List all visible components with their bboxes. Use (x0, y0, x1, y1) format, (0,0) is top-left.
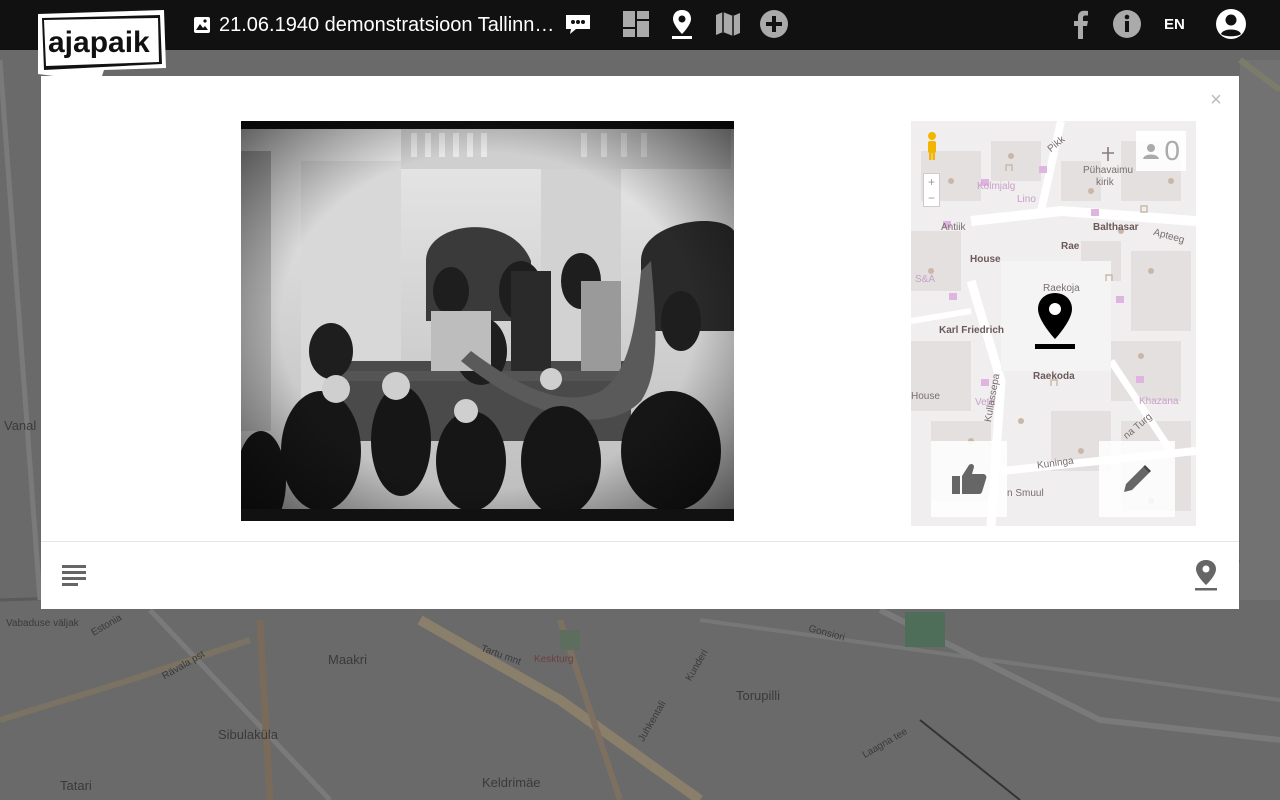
map-label-keldrimae: Keldrimäe (482, 775, 541, 790)
logo-text: ajapaik (48, 26, 150, 59)
minimap-label-smuul: n Smuul (1007, 488, 1044, 499)
minimap-label-house-2: House (911, 391, 940, 402)
pencil-icon (1124, 465, 1151, 492)
photo-modal: × + − 0 Pikk Pühavaimu kirik Kolmjalg Li… (41, 76, 1239, 609)
minimap-label-house-1: House (970, 254, 1001, 265)
minimap-label-kirik: kirik (1096, 177, 1114, 188)
comment-icon (566, 15, 590, 34)
map-label-keskturg: Keskturg (534, 654, 574, 665)
map-label-tatari: Tatari (60, 778, 92, 793)
minimap-label-sa: S&A (915, 274, 936, 285)
edit-location-button[interactable] (1099, 441, 1175, 517)
street-view-pegman[interactable] (925, 131, 939, 161)
photo-location-marker[interactable] (1034, 291, 1076, 353)
comment-button[interactable] (562, 8, 594, 40)
language-switcher[interactable]: EN (1164, 16, 1185, 33)
minimap-label-lino: Lino (1017, 194, 1036, 205)
rephoto-counter: 0 (1136, 131, 1186, 171)
geotag-photo-button[interactable] (1193, 558, 1219, 592)
modal-divider (41, 541, 1239, 542)
minimap-label-puhavaimu: Pühavaimu (1083, 165, 1134, 176)
close-button[interactable]: × (1207, 90, 1225, 110)
minimap-label-karl-friedrich: Karl Friedrich (939, 325, 1005, 336)
map-label-vanal: Vanal (4, 418, 37, 433)
pegman-icon (928, 132, 936, 160)
location-minimap[interactable]: + − 0 Pikk Pühavaimu kirik Kolmjalg Lino… (911, 121, 1196, 526)
map-icon (716, 12, 740, 36)
facebook-icon (1074, 10, 1088, 39)
map-label-vabaduse: Vabaduse väljak (6, 618, 79, 629)
minimap-label-raekoda: Raekoda (1033, 371, 1075, 382)
map-label-maakri: Maakri (328, 652, 368, 667)
minimap-label-balthasar: Balthasar (1093, 222, 1139, 233)
minimap-label-kolmjalg: Kolmjalg (977, 181, 1016, 192)
map-marker-icon (1035, 293, 1075, 349)
geotag-button[interactable] (666, 8, 698, 40)
minimap-label-antiik: Antiik (941, 222, 966, 233)
zoom-in-button[interactable]: + (924, 174, 939, 190)
historic-photo[interactable] (241, 121, 734, 521)
facebook-button[interactable] (1065, 8, 1097, 40)
rephoto-count: 0 (1164, 135, 1180, 166)
person-icon (1143, 144, 1160, 159)
ajapaik-logo-graphic: ajapaik (38, 10, 166, 82)
minimap-label-khazana: Khazana (1139, 396, 1179, 407)
like-button[interactable] (931, 441, 1007, 517)
photo-icon (194, 17, 210, 33)
grid-view-button[interactable] (620, 8, 652, 40)
zoom-out-button[interactable]: − (924, 190, 939, 206)
grid-icon (623, 11, 649, 37)
add-icon (760, 10, 788, 38)
map-label-sibulakula: Sibulaküla (218, 727, 278, 742)
description-toggle-button[interactable] (61, 562, 87, 588)
add-photo-button[interactable] (758, 8, 790, 40)
notes-icon (62, 565, 86, 586)
map-marker-icon (1195, 560, 1217, 591)
user-account-button[interactable] (1215, 8, 1247, 40)
info-button[interactable] (1111, 8, 1143, 40)
historic-photo-image (241, 121, 734, 521)
thumbs-up-icon (952, 463, 987, 494)
photo-title-bar[interactable]: 21.06.1940 demonstratsioon Tallinn… (193, 10, 554, 40)
top-navbar: ajapaik 21.06.1940 demonstratsioon Talli… (0, 0, 1280, 82)
map-label-torupilli: Torupilli (736, 688, 781, 703)
user-account-icon (1216, 9, 1246, 39)
photo-title: 21.06.1940 demonstratsioon Tallinn… (219, 13, 555, 36)
map-view-button[interactable] (712, 8, 744, 40)
info-icon (1113, 10, 1141, 38)
map-marker-icon (672, 10, 692, 39)
minimap-zoom-control: + − (923, 173, 940, 207)
minimap-label-rae: Rae (1061, 241, 1080, 252)
ajapaik-logo[interactable]: ajapaik (34, 10, 168, 82)
